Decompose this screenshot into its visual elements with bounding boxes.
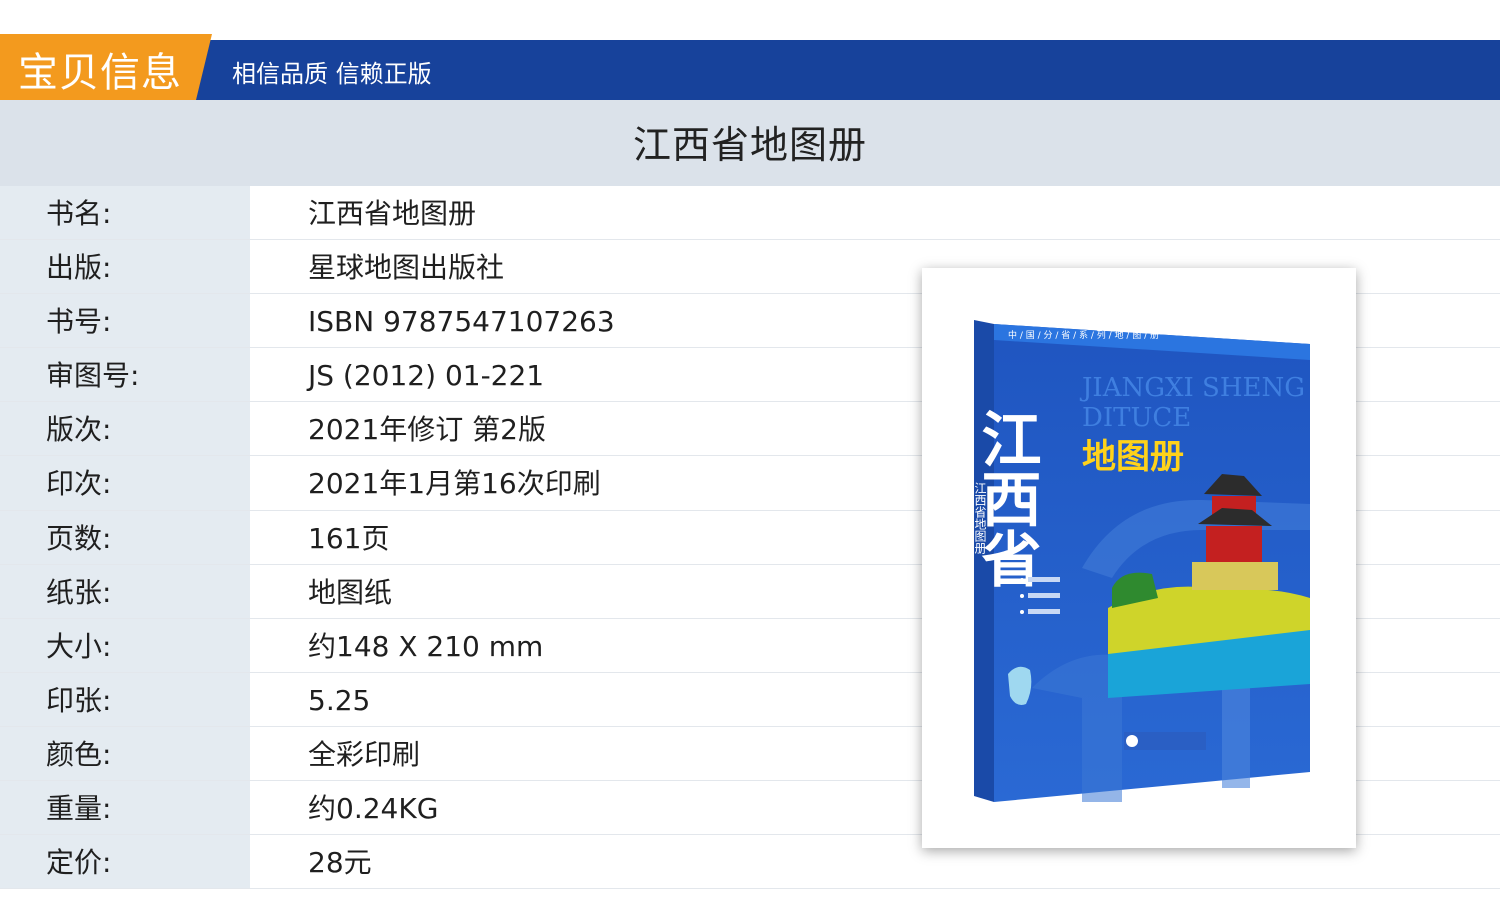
cover-pinyin-line1: JIANGXI SHENG bbox=[1079, 373, 1305, 403]
book-cover-photo: 中 / 国 / 分 / 省 / 系 / 列 / 地 / 图 / 册 江西省 JI… bbox=[922, 268, 1356, 848]
pavilion-body bbox=[1206, 526, 1262, 562]
cover-pinyin-line2: DITUCE bbox=[1082, 403, 1191, 433]
spec-value: 约148 X 210 mm bbox=[308, 629, 544, 663]
spec-value: 江西省地图册 bbox=[308, 197, 477, 230]
spec-value: 161页 bbox=[308, 521, 390, 555]
spine-title: 江西省地图册 bbox=[973, 482, 987, 555]
spec-value: 地图纸 bbox=[308, 575, 393, 609]
section-tab-label: 宝贝信息 bbox=[18, 50, 182, 96]
header-bar bbox=[0, 40, 1500, 100]
spec-label: 纸张: bbox=[0, 564, 250, 618]
pavilion-base bbox=[1192, 562, 1278, 590]
spec-value: 5.25 bbox=[308, 683, 371, 717]
spec-label: 颜色: bbox=[0, 726, 250, 781]
product-title: 江西省地图册 bbox=[632, 123, 867, 167]
spec-value: 全彩印刷 bbox=[308, 737, 421, 771]
spec-label: 书名: bbox=[0, 186, 250, 240]
bullet-icon bbox=[1020, 610, 1024, 614]
spec-row-book-name: 书名: 江西省地图册 bbox=[0, 186, 1500, 241]
spec-label: 印张: bbox=[0, 672, 250, 726]
cover-subtitle: 地图册 bbox=[1082, 437, 1184, 477]
section-tab: 宝贝信息 bbox=[0, 34, 212, 100]
header-slogan: 相信品质 信赖正版 bbox=[232, 60, 432, 88]
spec-label: 印次: bbox=[0, 456, 250, 510]
spec-label: 定价: bbox=[0, 835, 250, 889]
bullet-text-bar bbox=[1028, 577, 1060, 582]
spec-label: 审图号: bbox=[0, 348, 250, 402]
bullet-text-bar bbox=[1028, 609, 1060, 614]
spec-value: 2021年修订 第2版 bbox=[308, 413, 546, 447]
spec-label: 书号: bbox=[0, 294, 250, 348]
spec-value: ISBN 9787547107263 bbox=[308, 305, 615, 339]
spec-value: 2021年1月第16次印刷 bbox=[308, 467, 601, 501]
spec-value: 28元 bbox=[308, 846, 372, 880]
title-band: 江西省地图册 bbox=[0, 100, 1500, 186]
spec-label: 大小: bbox=[0, 618, 250, 672]
bullet-icon bbox=[1020, 594, 1024, 598]
spec-label: 出版: bbox=[0, 240, 250, 294]
book-cover-illustration: 中 / 国 / 分 / 省 / 系 / 列 / 地 / 图 / 册 江西省 JI… bbox=[971, 320, 1310, 802]
publisher-logo-icon bbox=[1126, 735, 1138, 747]
spec-value: 约0.24KG bbox=[308, 792, 439, 826]
bullet-text-bar bbox=[1028, 593, 1060, 598]
spec-label: 版次: bbox=[0, 402, 250, 456]
bullet-icon bbox=[1020, 578, 1024, 582]
cover-series-line: 中 / 国 / 分 / 省 / 系 / 列 / 地 / 图 / 册 bbox=[1008, 329, 1159, 341]
spec-value: JS (2012) 01-221 bbox=[308, 359, 545, 393]
spec-label: 重量: bbox=[0, 781, 250, 835]
spec-value: 星球地图出版社 bbox=[308, 251, 505, 285]
spec-label: 页数: bbox=[0, 510, 250, 564]
